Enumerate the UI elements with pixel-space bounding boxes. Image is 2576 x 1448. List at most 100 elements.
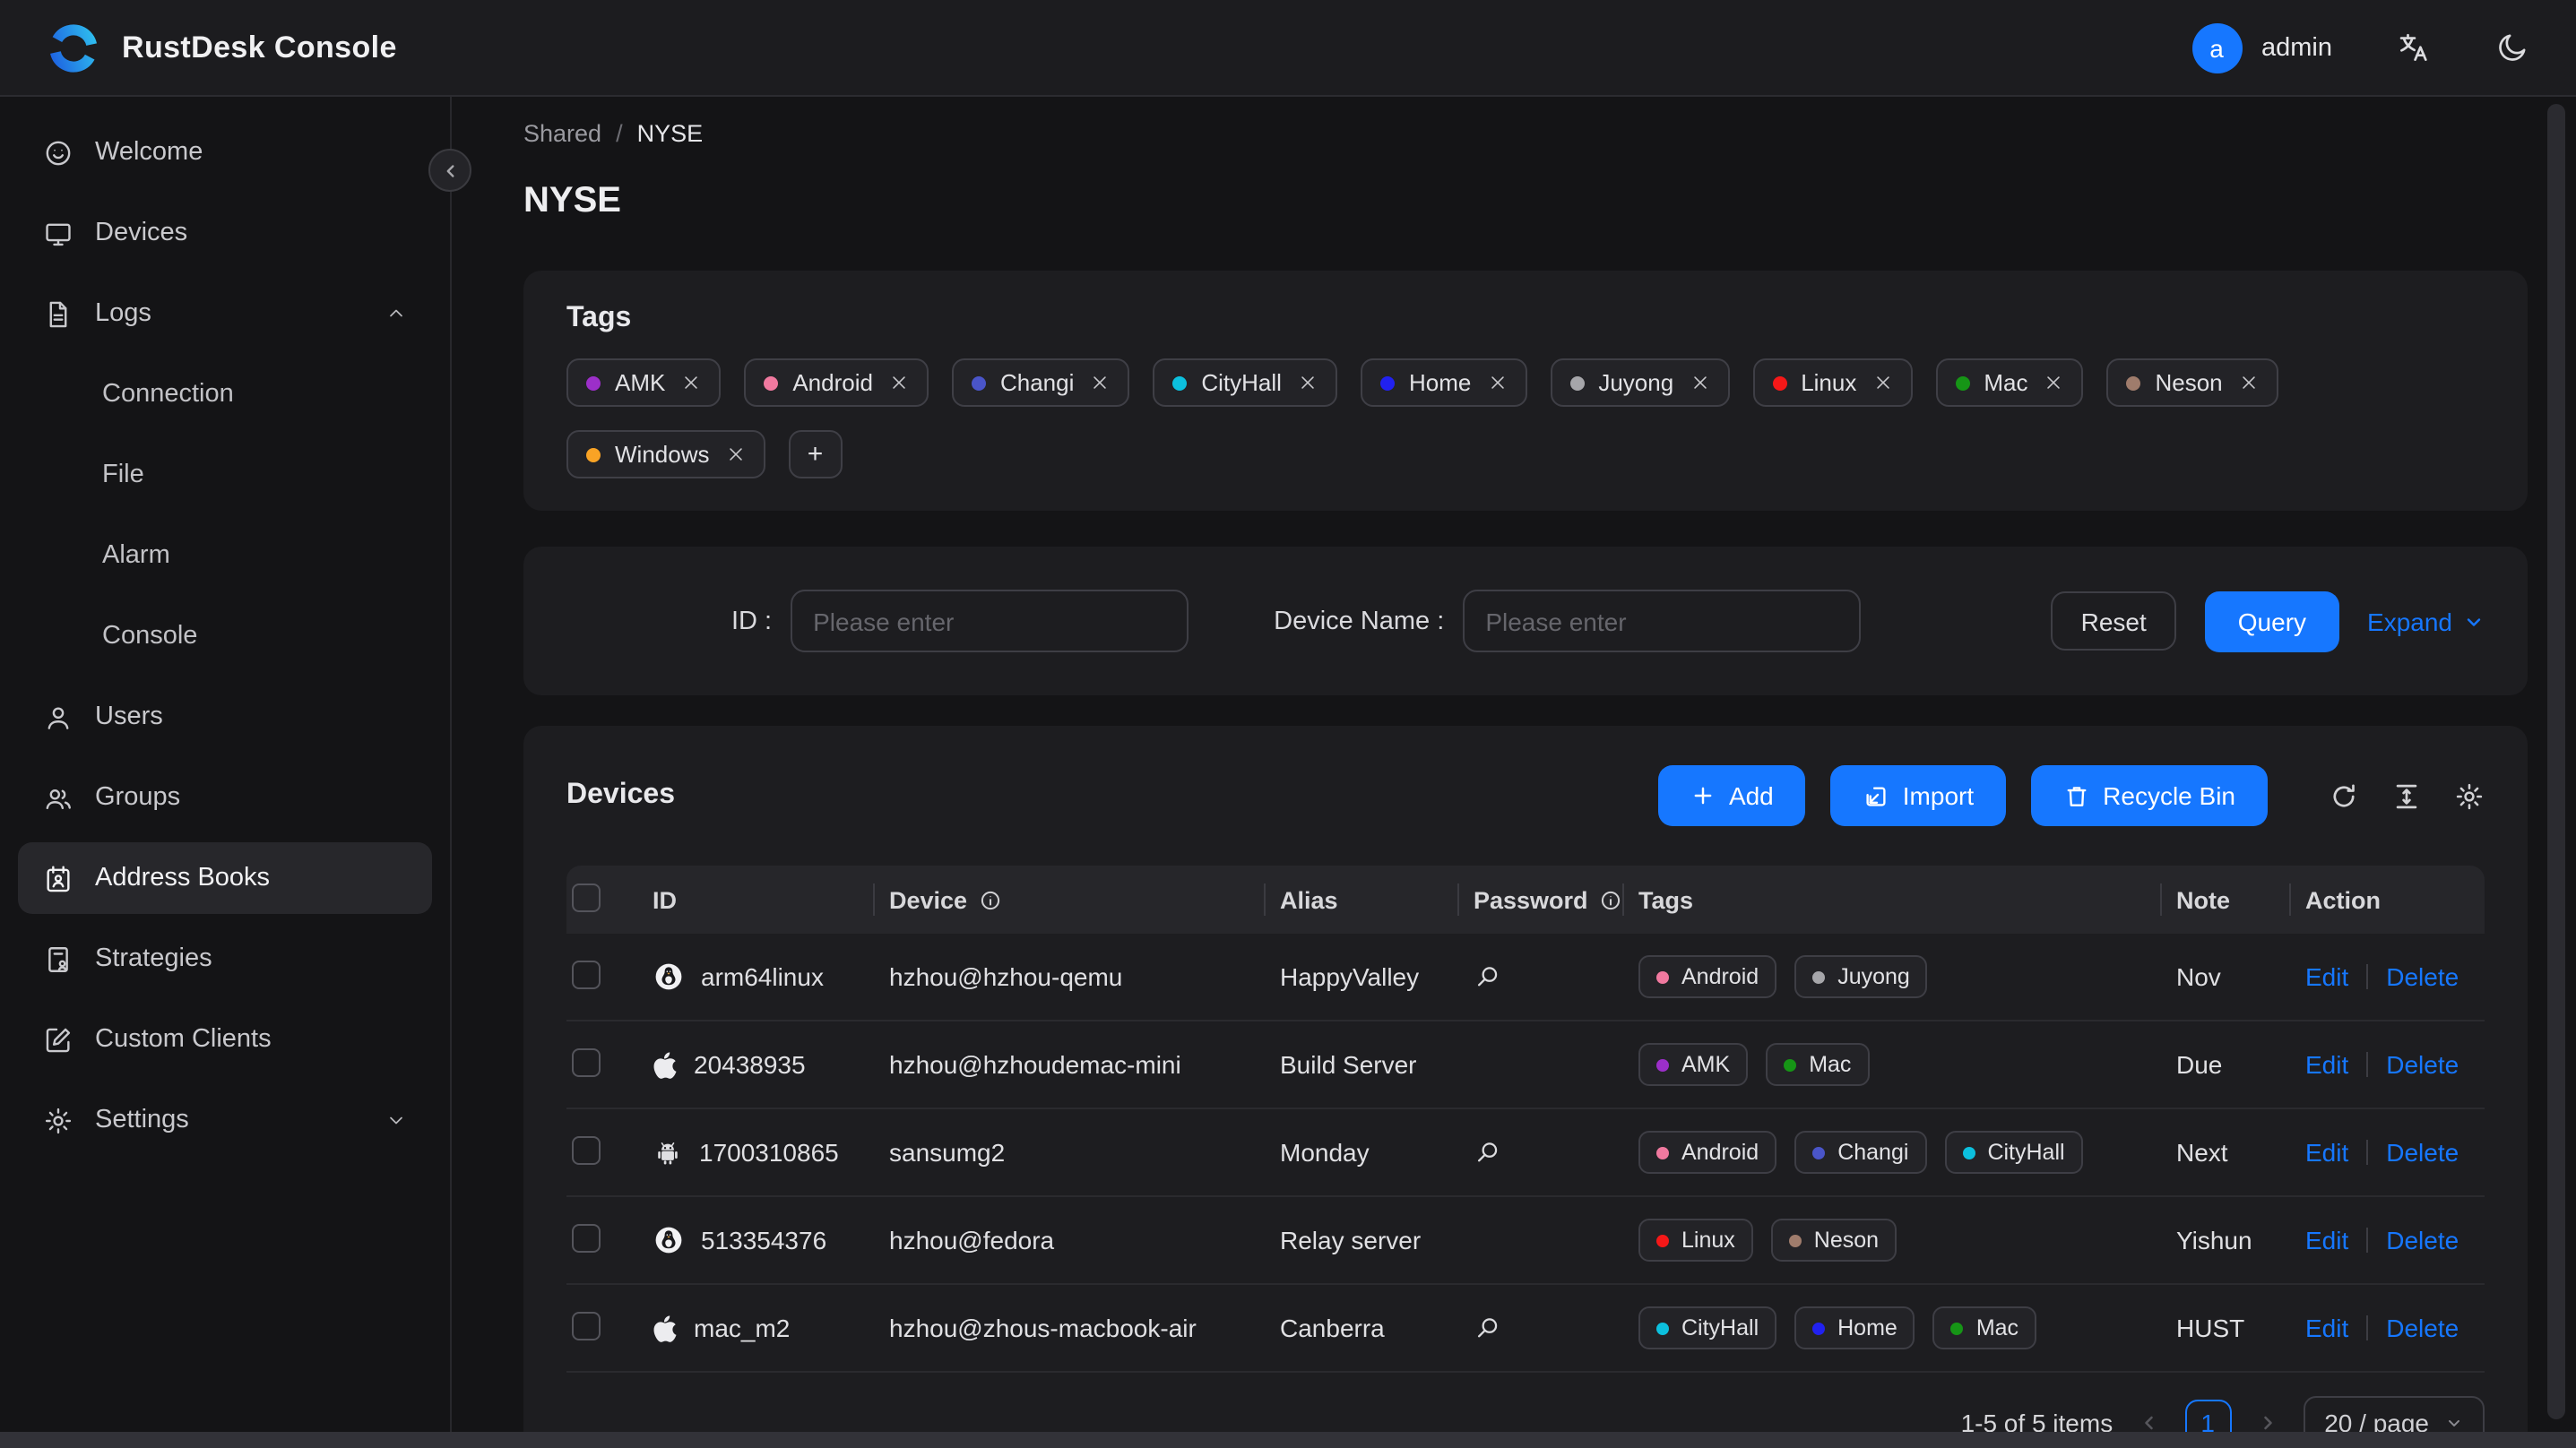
column-header-password[interactable]: Password <box>1459 886 1624 913</box>
tag-label: Neson <box>1813 1228 1880 1253</box>
horizontal-scrollbar[interactable] <box>0 1432 2576 1448</box>
recycle-bin-button[interactable]: Recycle Bin <box>2031 765 2268 826</box>
chevron-down-icon <box>2445 1414 2463 1432</box>
sidebar-item-alarm[interactable]: Alarm <box>18 520 432 591</box>
row-checkbox[interactable] <box>572 1311 601 1340</box>
row-checkbox[interactable] <box>572 1047 601 1076</box>
column-header-device[interactable]: Device <box>875 886 1266 913</box>
tag-remove-icon[interactable] <box>1872 373 1892 392</box>
contacts-icon <box>43 863 73 893</box>
sidebar-item-welcome[interactable]: Welcome <box>18 116 432 188</box>
prev-page-button[interactable] <box>2138 1412 2159 1434</box>
tag-remove-icon[interactable] <box>889 373 909 392</box>
tag-color-dot <box>1772 375 1787 390</box>
device-info-icon[interactable] <box>978 888 1001 911</box>
trash-icon <box>2067 786 2087 806</box>
password-search-icon[interactable] <box>1474 1138 1610 1167</box>
import-icon <box>1867 786 1887 806</box>
tag-remove-icon[interactable] <box>1487 373 1507 392</box>
column-header-id[interactable]: ID <box>638 886 875 913</box>
column-header-alias[interactable]: Alias <box>1266 886 1459 913</box>
breadcrumb-parent[interactable]: Shared <box>523 120 601 147</box>
tag-chip-linux[interactable]: Linux <box>1752 358 1913 407</box>
tag-chip-cityhall[interactable]: CityHall <box>1153 358 1337 407</box>
user-menu[interactable]: a admin <box>2191 22 2332 73</box>
language-icon[interactable] <box>2397 30 2431 65</box>
row-checkbox[interactable] <box>572 1135 601 1164</box>
tag-label: AMK <box>1681 1052 1731 1077</box>
edit-link[interactable]: Edit <box>2305 1226 2348 1254</box>
sidebar-item-console[interactable]: Console <box>18 600 432 672</box>
tag-remove-icon[interactable] <box>726 444 746 464</box>
password-search-icon[interactable] <box>1474 1314 1610 1342</box>
tag-remove-icon[interactable] <box>1090 373 1110 392</box>
tag-chip-amk[interactable]: AMK <box>566 358 722 407</box>
monitor-icon <box>43 218 73 248</box>
tag-chip-android[interactable]: Android <box>744 358 929 407</box>
dark-mode-icon[interactable] <box>2495 30 2529 65</box>
query-button[interactable]: Query <box>2205 590 2339 651</box>
add-tag-button[interactable]: + <box>788 430 843 478</box>
sidebar-item-custom-clients[interactable]: Custom Clients <box>18 1004 432 1075</box>
password-info-icon[interactable] <box>1599 888 1622 911</box>
import-button[interactable]: Import <box>1830 765 2007 826</box>
sidebar-subitem-label: Console <box>102 622 198 651</box>
delete-link[interactable]: Delete <box>2386 1050 2459 1079</box>
sidebar-collapse-button[interactable] <box>428 149 471 192</box>
row-tag-home: Home <box>1794 1306 1915 1349</box>
sidebar-item-groups[interactable]: Groups <box>18 762 432 833</box>
expand-button[interactable]: Expand <box>2367 607 2485 635</box>
team-icon <box>43 782 73 813</box>
table-row: arm64linux hzhou@hzhou-qemu HappyValley And… <box>566 934 2485 1021</box>
edit-link[interactable]: Edit <box>2305 1314 2348 1342</box>
sidebar-item-devices[interactable]: Devices <box>18 197 432 269</box>
tag-remove-icon[interactable] <box>1298 373 1318 392</box>
next-page-button[interactable] <box>2256 1412 2278 1434</box>
table-settings-icon[interactable] <box>2454 780 2485 811</box>
column-header-tags[interactable]: Tags <box>1624 886 2162 913</box>
breadcrumb-separator: / <box>616 120 623 147</box>
strategy-icon <box>43 944 73 974</box>
vertical-scrollbar[interactable] <box>2547 104 2565 1419</box>
column-height-icon[interactable] <box>2391 780 2422 811</box>
edit-link[interactable]: Edit <box>2305 1050 2348 1079</box>
sidebar-item-label: Logs <box>95 299 151 328</box>
sidebar-item-users[interactable]: Users <box>18 681 432 753</box>
tag-remove-icon[interactable] <box>2044 373 2063 392</box>
tag-chip-juyong[interactable]: Juyong <box>1550 358 1730 407</box>
id-filter-input[interactable] <box>790 590 1189 652</box>
delete-link[interactable]: Delete <box>2386 1314 2459 1342</box>
tag-chip-home[interactable]: Home <box>1360 358 1527 407</box>
row-checkbox[interactable] <box>572 960 601 988</box>
tag-chip-neson[interactable]: Neson <box>2106 358 2278 407</box>
avatar[interactable]: a <box>2191 22 2242 73</box>
add-button[interactable]: Add <box>1658 765 1806 826</box>
tag-remove-icon[interactable] <box>2239 373 2259 392</box>
tag-color-dot <box>586 375 601 390</box>
tag-chip-changi[interactable]: Changi <box>951 358 1130 407</box>
edit-link[interactable]: Edit <box>2305 962 2348 991</box>
row-checkbox[interactable] <box>572 1223 601 1252</box>
tag-remove-icon[interactable] <box>1690 373 1709 392</box>
device-name: hzhou@fedora <box>889 1226 1055 1254</box>
delete-link[interactable]: Delete <box>2386 962 2459 991</box>
tag-chip-windows[interactable]: Windows <box>566 430 765 478</box>
tag-remove-icon[interactable] <box>681 373 701 392</box>
delete-link[interactable]: Delete <box>2386 1226 2459 1254</box>
sidebar-item-address-books[interactable]: Address Books <box>18 842 432 914</box>
sidebar-item-connection[interactable]: Connection <box>18 358 432 430</box>
sidebar-item-logs[interactable]: Logs <box>18 278 432 349</box>
tag-chip-mac[interactable]: Mac <box>1935 358 2084 407</box>
action-divider <box>2366 1140 2369 1165</box>
delete-link[interactable]: Delete <box>2386 1138 2459 1167</box>
password-search-icon[interactable] <box>1474 962 1610 991</box>
sidebar-item-strategies[interactable]: Strategies <box>18 923 432 995</box>
device-name-filter-input[interactable] <box>1462 590 1861 652</box>
refresh-icon[interactable] <box>2329 780 2359 811</box>
reset-button[interactable]: Reset <box>2050 591 2177 651</box>
sidebar-item-settings[interactable]: Settings <box>18 1084 432 1156</box>
column-header-note[interactable]: Note <box>2162 886 2291 913</box>
select-all-checkbox[interactable] <box>572 883 601 911</box>
edit-link[interactable]: Edit <box>2305 1138 2348 1167</box>
sidebar-item-file[interactable]: File <box>18 439 432 511</box>
